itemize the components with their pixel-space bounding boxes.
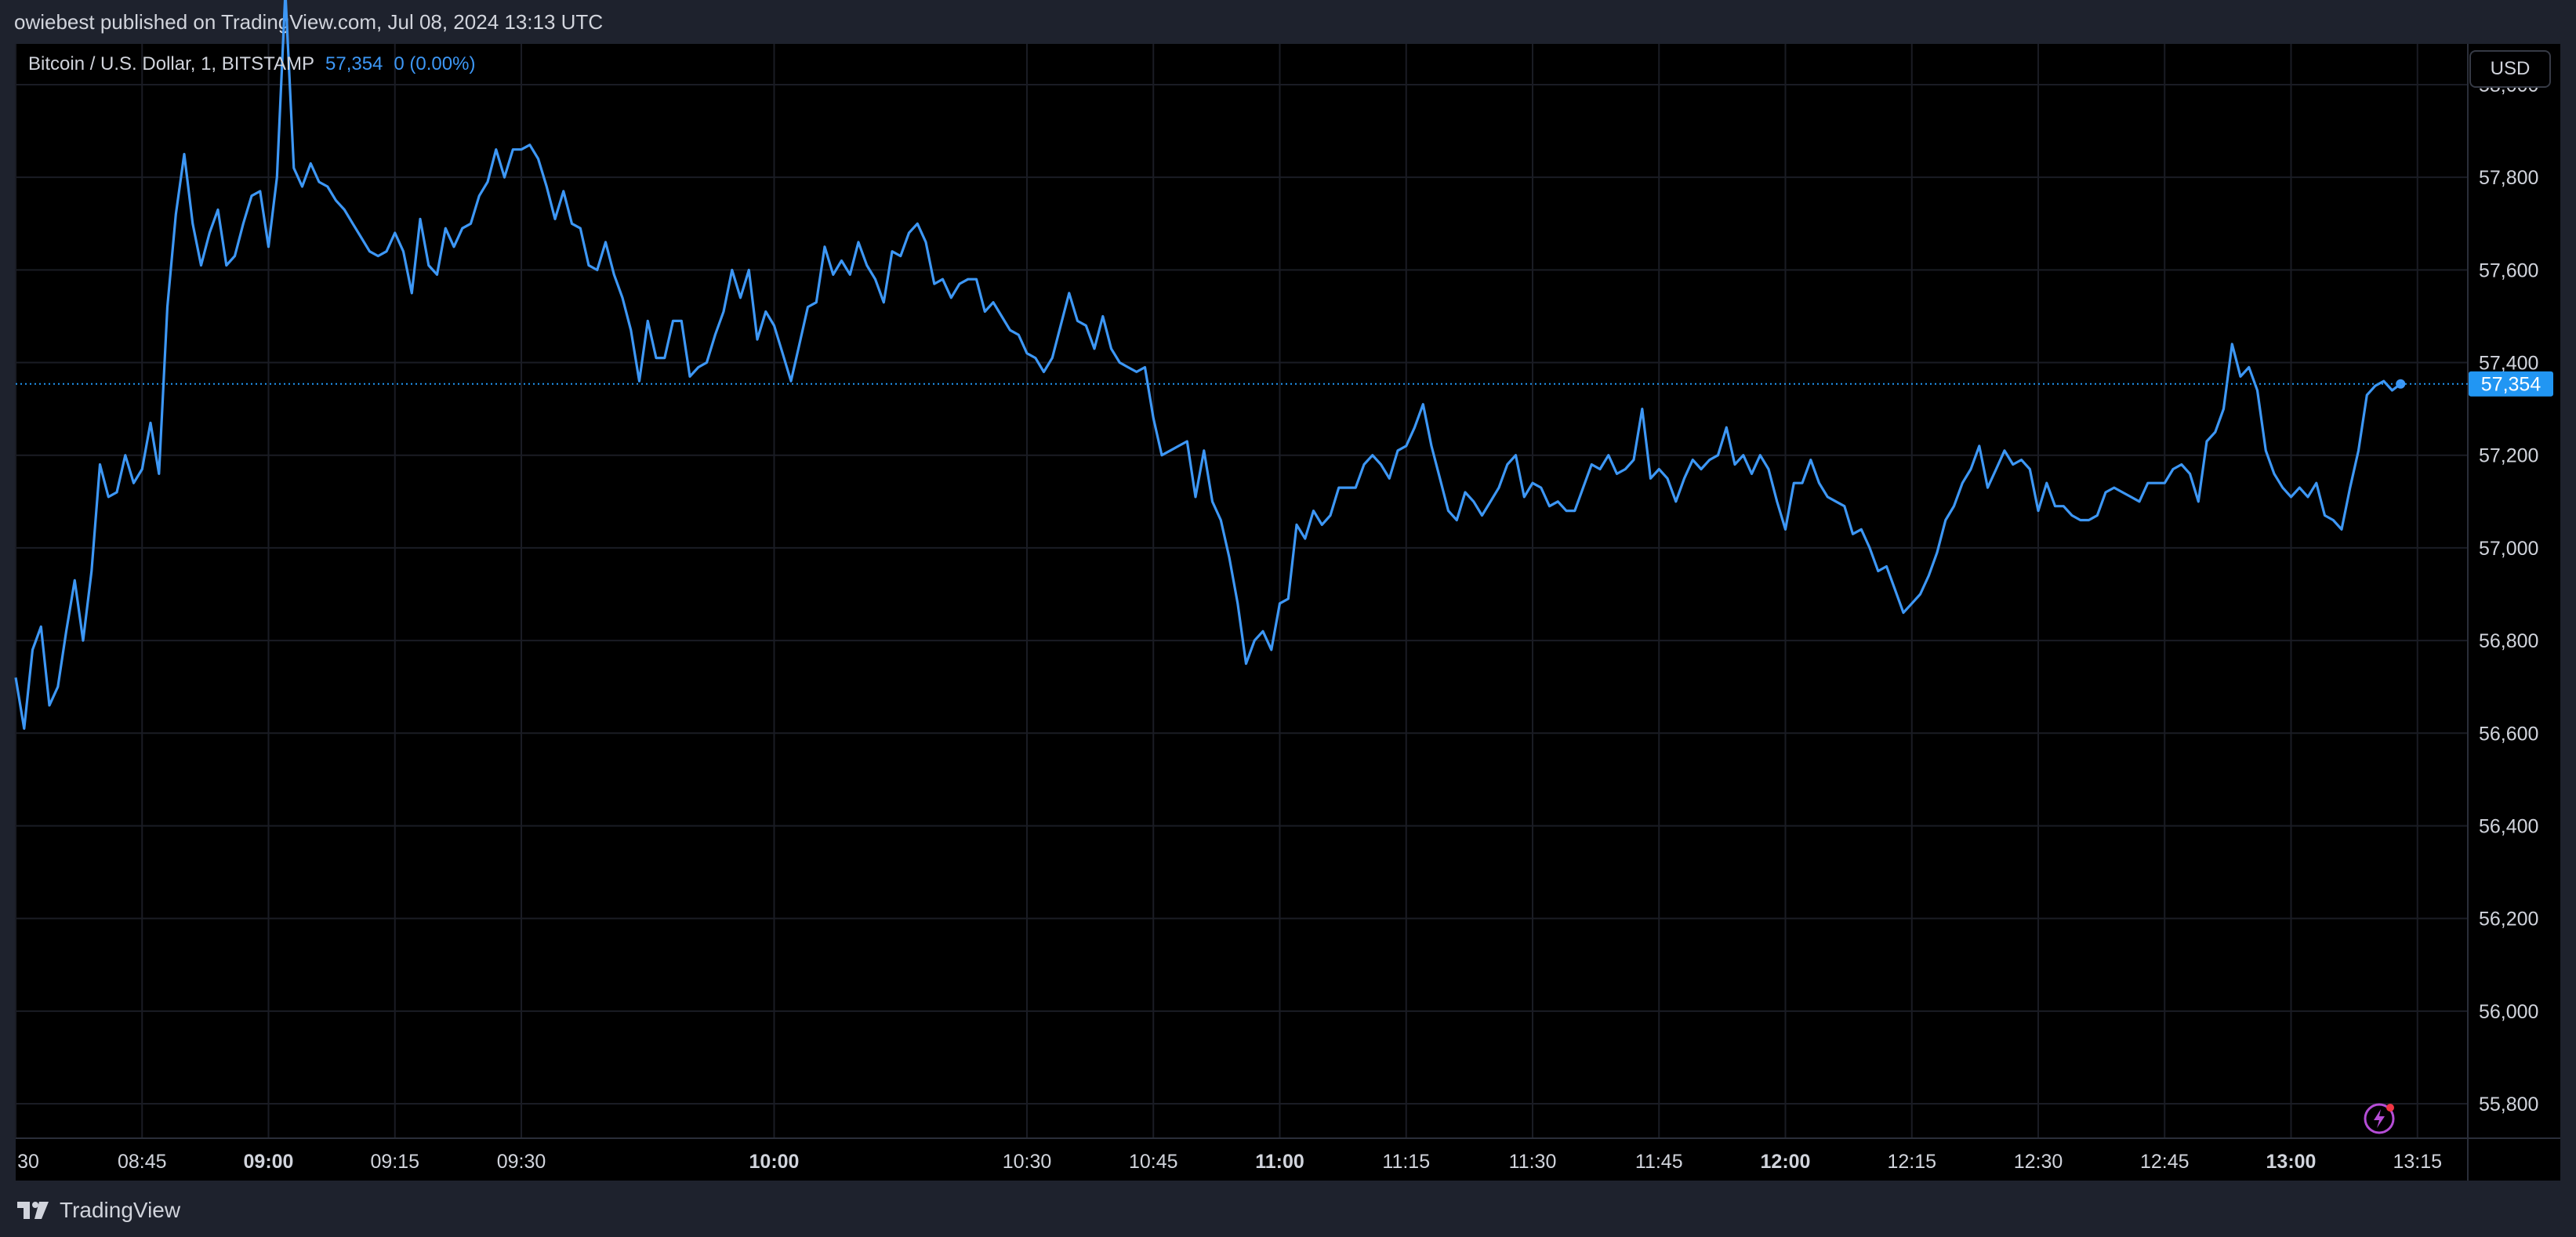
y-tick-label: 56,600 [2479, 723, 2538, 745]
y-tick-label: 57,800 [2479, 167, 2538, 189]
chart-axes: 55,800 56,000 56,200 56,400 56,600 56,800 57,0… [16, 44, 2560, 1181]
currency-button[interactable]: USD [2469, 50, 2551, 88]
x-tick-label: 11:15 [1382, 1151, 1430, 1173]
brand-name[interactable]: TradingView [60, 1198, 180, 1223]
symbol-name[interactable]: Bitcoin / U.S. Dollar, 1, BITSTAMP [28, 53, 314, 75]
x-tick-label: 30 [17, 1151, 39, 1173]
y-tick-label: 56,800 [2479, 630, 2538, 652]
x-tick-label: 11:30 [1509, 1151, 1557, 1173]
last-price-marker: 57,354 [16, 371, 2553, 397]
x-tick-label: 12:30 [2014, 1151, 2063, 1173]
x-tick-label: 13:15 [2393, 1151, 2442, 1173]
x-tick-label: 13:00 [2266, 1151, 2317, 1173]
y-tick-label: 57,400 [2479, 353, 2538, 375]
y-tick-label: 57,000 [2479, 538, 2538, 560]
price-change-value: 0 (0.00%) [394, 53, 476, 74]
x-tick-label: 11:45 [1635, 1151, 1683, 1173]
price-chart[interactable]: 55,800 56,000 56,200 56,400 56,600 56,800 57,0… [0, 0, 2576, 1237]
x-tick-label: 12:00 [1761, 1151, 1811, 1173]
last-price-tag-label: 57,354 [2481, 374, 2542, 396]
x-tick-label: 10:45 [1129, 1151, 1178, 1173]
lightning-bolt-icon[interactable] [2362, 1100, 2398, 1136]
y-tick-label: 56,400 [2479, 815, 2538, 837]
x-tick-label: 10:00 [749, 1151, 800, 1173]
x-tick-label: 12:15 [1887, 1151, 1936, 1173]
x-tick-label: 09:30 [497, 1151, 546, 1173]
x-tick-label: 11:00 [1255, 1151, 1304, 1173]
x-tick-label: 12:45 [2140, 1151, 2190, 1173]
chart-series [14, 0, 2406, 730]
tradingview-logo-icon[interactable] [16, 1200, 50, 1221]
x-tick-label: 10:30 [1003, 1151, 1052, 1173]
y-tick-label: 56,200 [2479, 909, 2538, 930]
x-tick-label: 09:15 [370, 1151, 419, 1173]
x-tick-label: 08:45 [118, 1151, 167, 1173]
x-tick-label: 09:00 [244, 1151, 294, 1173]
y-tick-label: 57,600 [2479, 259, 2538, 281]
last-price-value: 57,354 [325, 53, 383, 74]
y-tick-label: 56,000 [2479, 1001, 2538, 1023]
symbol-legend[interactable]: Bitcoin / U.S. Dollar, 1, BITSTAMP 57,35… [28, 53, 475, 75]
y-tick-label: 55,800 [2479, 1094, 2538, 1115]
y-tick-label: 57,200 [2479, 445, 2538, 467]
footer: TradingView [0, 1184, 2576, 1237]
price-line [14, 0, 2402, 730]
chart-grid [15, 44, 2468, 1138]
